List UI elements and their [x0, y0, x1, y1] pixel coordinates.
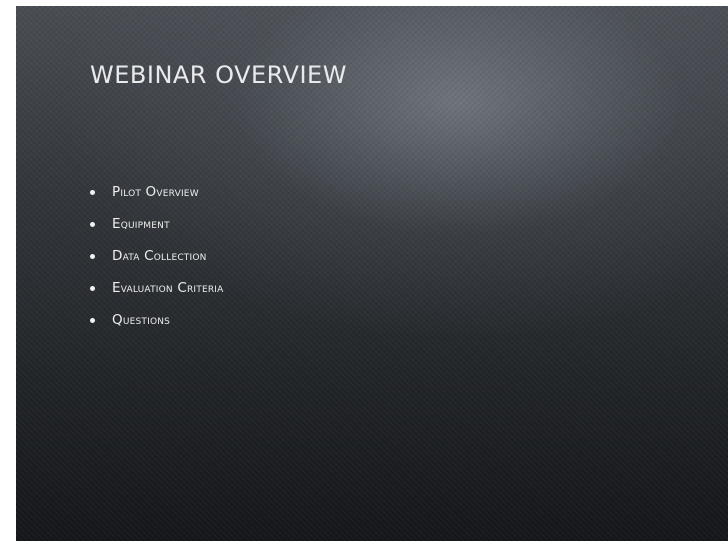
bullet-dot-icon [90, 189, 95, 195]
list-item: Pilot Overview [90, 176, 224, 208]
list-item: Data Collection [90, 240, 224, 272]
bullet-dot-icon [90, 317, 95, 323]
presentation-slide: WEBINAR OVERVIEW Pilot Overview Equipmen… [16, 6, 728, 541]
bullet-list: Pilot Overview Equipment Data Collection… [90, 176, 224, 336]
bullet-text: Pilot Overview [112, 184, 199, 200]
bullet-dot-icon [90, 285, 95, 291]
bullet-text: Equipment [112, 216, 170, 232]
list-item: Questions [90, 304, 224, 336]
list-item: Equipment [90, 208, 224, 240]
slide-title: WEBINAR OVERVIEW [90, 61, 347, 89]
list-item: Evaluation Criteria [90, 272, 224, 304]
bullet-text: Data Collection [112, 248, 207, 264]
bullet-text: Questions [112, 312, 171, 328]
bullet-dot-icon [90, 221, 95, 227]
bullet-dot-icon [90, 253, 95, 259]
bullet-text: Evaluation Criteria [112, 280, 224, 296]
